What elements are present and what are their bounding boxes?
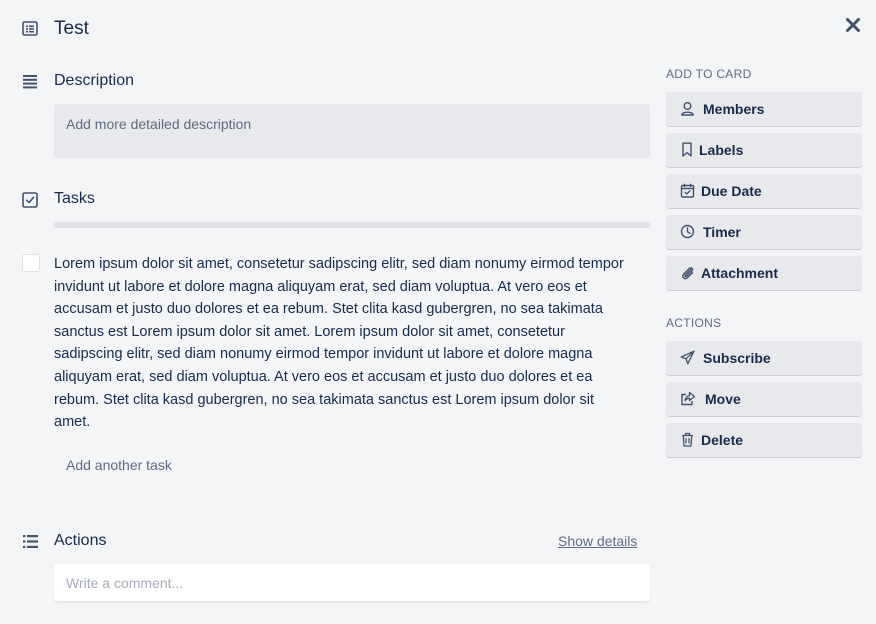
description-icon (22, 74, 38, 89)
add-to-card-label: ADD TO CARD (666, 67, 752, 81)
tasks-heading: Tasks (54, 190, 95, 207)
labels-button[interactable]: Labels (666, 133, 862, 167)
timer-button[interactable]: Timer (666, 215, 862, 249)
due-date-label: Due Date (701, 183, 762, 199)
activity-list-icon (22, 534, 39, 549)
activity-heading: Actions (54, 532, 107, 549)
labels-label: Labels (699, 142, 744, 158)
subscribe-label: Subscribe (703, 350, 771, 366)
paper-plane-icon (680, 350, 695, 365)
description-heading: Description (54, 72, 135, 89)
close-icon (845, 17, 861, 33)
clock-icon (680, 224, 695, 239)
close-button[interactable] (842, 14, 864, 36)
calendar-icon (680, 183, 695, 198)
card-title[interactable]: Test (54, 18, 89, 40)
delete-label: Delete (701, 432, 744, 448)
show-details-link[interactable]: Show details (558, 533, 637, 549)
comment-input[interactable] (54, 564, 650, 601)
task-text[interactable]: Lorem ipsum dolor sit amet, consetetur s… (54, 253, 626, 434)
paperclip-icon (680, 265, 695, 280)
card-icon (22, 21, 38, 36)
move-label: Move (705, 391, 741, 407)
members-label: Members (703, 101, 765, 117)
bookmark-icon (680, 142, 695, 157)
description-editor[interactable]: Add more detailed description (54, 104, 650, 158)
task-checkbox[interactable] (22, 254, 40, 272)
trash-icon (680, 432, 695, 447)
share-icon (680, 391, 696, 406)
due-date-button[interactable]: Due Date (666, 174, 862, 208)
actions-label: ACTIONS (666, 316, 722, 330)
person-icon (680, 101, 695, 116)
attachment-button[interactable]: Attachment (666, 256, 862, 290)
checklist-icon (22, 192, 38, 208)
members-button[interactable]: Members (666, 92, 862, 126)
add-task-button[interactable]: Add another task (66, 457, 172, 473)
timer-label: Timer (703, 224, 741, 240)
subscribe-button[interactable]: Subscribe (666, 341, 862, 375)
tasks-progress-bar (54, 222, 650, 228)
delete-button[interactable]: Delete (666, 423, 862, 457)
move-button[interactable]: Move (666, 382, 862, 416)
attachment-label: Attachment (701, 265, 779, 281)
